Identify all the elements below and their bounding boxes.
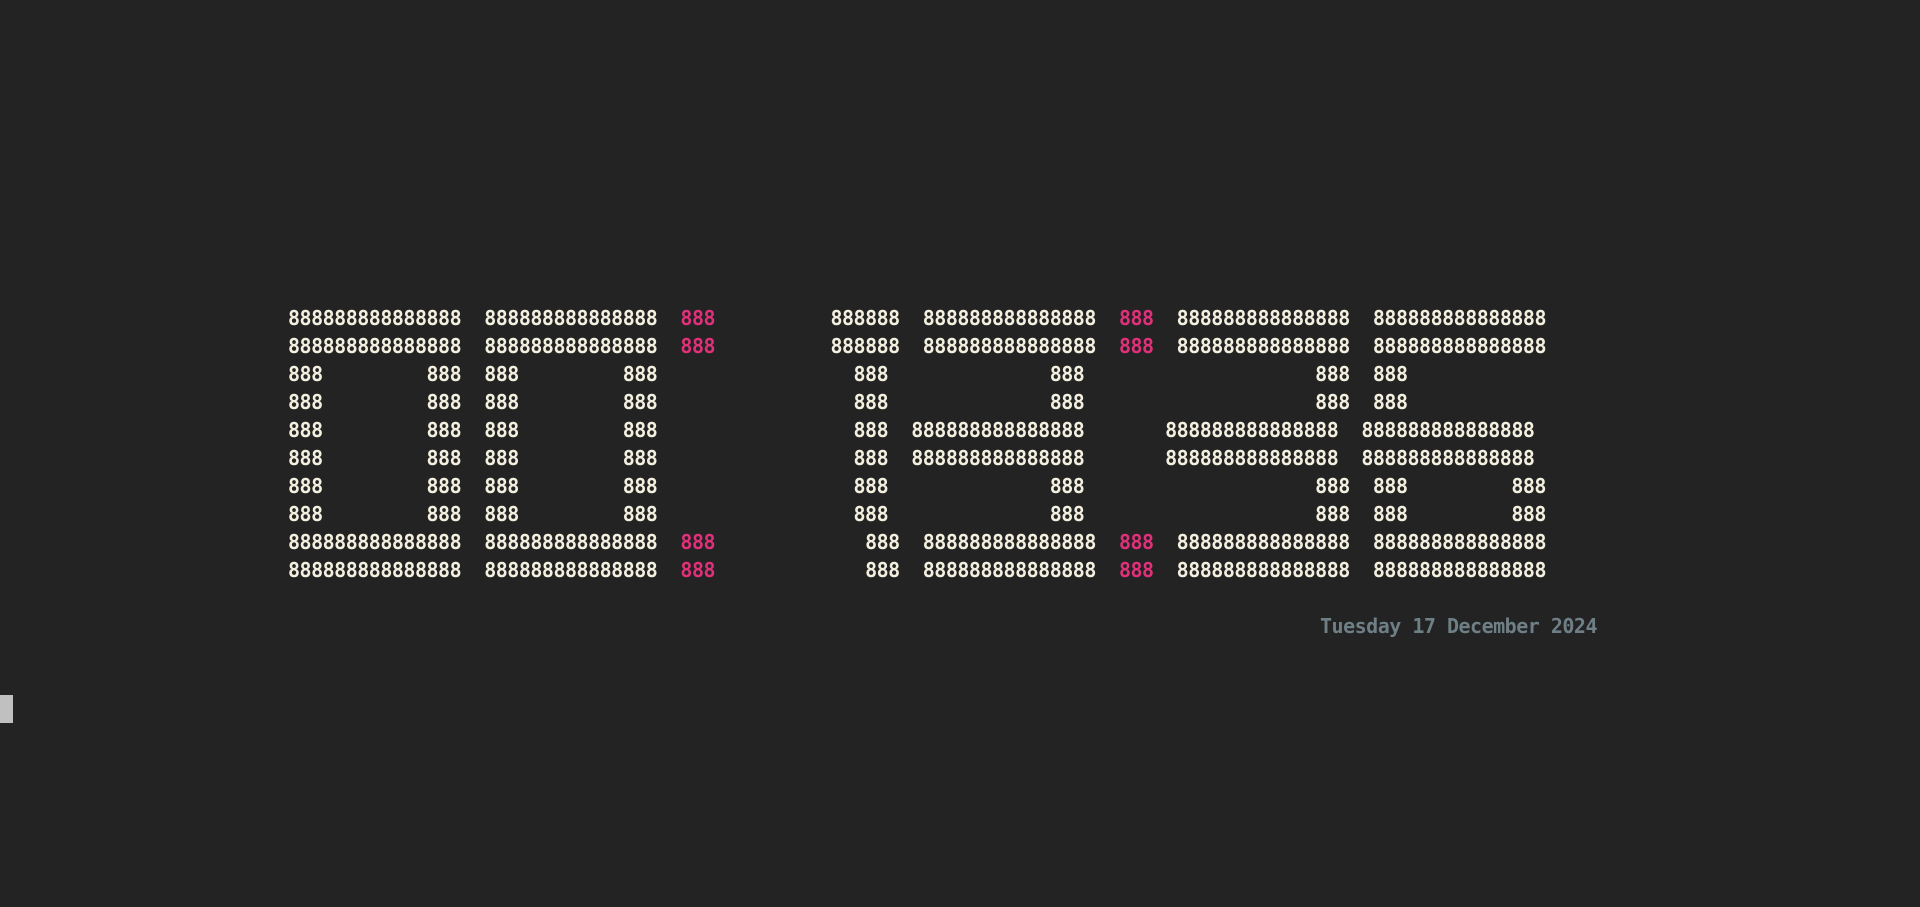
clock-colon-segment: 888 — [1118, 334, 1154, 358]
clock-digit-segment: 888 888 888 888 888 888888888888888 8888… — [288, 418, 1535, 442]
clock-digit-segment: 888 888888888888888 — [715, 530, 1119, 554]
clock-colon-segment: 888 — [680, 306, 716, 330]
clock-row: 888 888 888 888 888 888 888 888 — [288, 360, 1546, 388]
clock-digit-segment: 888888888888888 888888888888888 — [1153, 530, 1547, 554]
clock-row: 888888888888888 888888888888888 888 888 … — [288, 528, 1547, 556]
clock-row: 888 888 888 888 888 888 888 888 888 — [288, 472, 1546, 500]
clock-digit-segment: 888888888888888 888888888888888 — [288, 558, 681, 582]
text-cursor — [0, 695, 13, 723]
clock-colon-segment: 888 — [680, 558, 716, 582]
clock-digit-segment: 888888 888888888888888 — [715, 306, 1119, 330]
clock-digit-segment: 888 888 888 888 888 888 888 888 888 — [288, 474, 1546, 498]
clock-row: 888 888 888 888 888 888 888 888 — [288, 388, 1546, 416]
clock-colon-segment: 888 — [1118, 530, 1154, 554]
clock-digit-segment: 888888888888888 888888888888888 — [288, 530, 681, 554]
clock-row: 888 888 888 888 888 888888888888888 8888… — [288, 444, 1546, 472]
clock-colon-segment: 888 — [1118, 558, 1154, 582]
clock-row: 888 888 888 888 888 888888888888888 8888… — [288, 416, 1546, 444]
clock-digit-segment: 888 888 888 888 888 888 888 888 888 — [288, 502, 1546, 526]
clock-row: 888 888 888 888 888 888 888 888 888 — [288, 500, 1546, 528]
clock-colon-segment: 888 — [680, 530, 716, 554]
clock-row: 888888888888888 888888888888888 888 8888… — [288, 332, 1547, 360]
date-label: Tuesday 17 December 2024 — [1320, 614, 1597, 638]
clock-digit-segment: 888888888888888 888888888888888 — [1153, 334, 1547, 358]
clock-digit-segment: 888888 888888888888888 — [715, 334, 1119, 358]
terminal-window[interactable]: 888888888888888 888888888888888 888 8888… — [0, 0, 1920, 907]
clock-colon-segment: 888 — [1118, 306, 1154, 330]
clock-colon-segment: 888 — [680, 334, 716, 358]
clock-digit-segment: 888888888888888 888888888888888 — [288, 334, 681, 358]
clock-row: 888888888888888 888888888888888 888 8888… — [288, 304, 1547, 332]
clock-digit-segment: 888 888 888 888 888 888888888888888 8888… — [288, 446, 1535, 470]
clock-display: 888888888888888 888888888888888 888 8888… — [288, 304, 1547, 584]
clock-digit-segment: 888 888888888888888 — [715, 558, 1119, 582]
clock-digit-segment: 888888888888888 888888888888888 — [1153, 558, 1547, 582]
clock-digit-segment: 888888888888888 888888888888888 — [1153, 306, 1547, 330]
clock-digit-segment: 888888888888888 888888888888888 — [288, 306, 681, 330]
clock-row: 888888888888888 888888888888888 888 888 … — [288, 556, 1547, 584]
clock-digit-segment: 888 888 888 888 888 888 888 888 — [288, 362, 1408, 386]
clock-digit-segment: 888 888 888 888 888 888 888 888 — [288, 390, 1408, 414]
